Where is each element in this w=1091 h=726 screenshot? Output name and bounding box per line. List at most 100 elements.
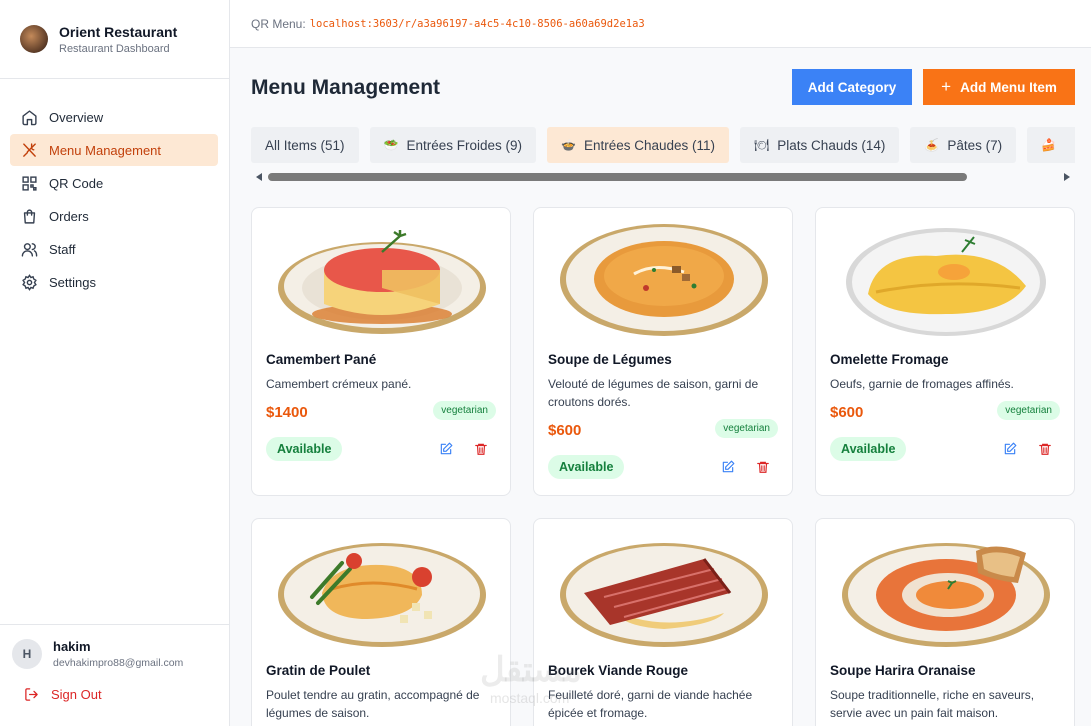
user-name: hakim (53, 639, 91, 654)
item-name: Soupe de Légumes (548, 352, 672, 367)
sidebar: Orient Restaurant Restaurant Dashboard O… (0, 0, 230, 726)
qr-menu-url[interactable]: localhost:3603/r/a3a96197-a4c5-4c10-8506… (310, 18, 645, 30)
trash-icon (757, 461, 769, 473)
tab-plats-chauds[interactable]: 🍽 Plats Chauds (14) (740, 127, 900, 163)
add-menu-item-button[interactable]: + Add Menu Item (923, 69, 1075, 105)
menu-item-card: Gratin de Poulet Poulet tendre au gratin… (251, 518, 511, 726)
item-description: Camembert crémeux pané. (266, 377, 412, 391)
tab-label: Plats Chauds (14) (777, 137, 886, 153)
vegetarian-badge: vegetarian (997, 401, 1060, 420)
tab-entrees-chaudes[interactable]: 🍲 Entrées Chaudes (11) (547, 127, 730, 163)
food-image-soupe-legumes (560, 224, 768, 336)
soup-icon: 🍲 (561, 138, 576, 152)
sidebar-item-menu-management[interactable]: Menu Management (10, 134, 218, 166)
sidebar-item-settings[interactable]: Settings (10, 266, 218, 298)
menu-item-card: Soupe de Légumes Velouté de légumes de s… (533, 207, 793, 496)
scroll-right-arrow[interactable] (1064, 173, 1070, 181)
scroll-thumb[interactable] (268, 173, 967, 181)
status-badge[interactable]: Available (548, 455, 625, 479)
sidebar-item-staff[interactable]: Staff (10, 233, 218, 265)
sidebar-nav: Overview Menu Management QR Code Orders … (0, 79, 229, 298)
menu-item-card: Omelette Fromage Oeufs, garnie de fromag… (815, 207, 1075, 496)
menu-item-card: Bourek Viande Rouge Feuilleté doré, garn… (533, 518, 793, 726)
sign-out-button[interactable]: Sign Out (24, 687, 217, 702)
item-name: Gratin de Poulet (266, 663, 371, 678)
tab-label: All Items (51) (265, 137, 345, 153)
item-price: $600 (830, 404, 864, 421)
food-image-omelette (846, 228, 1046, 336)
item-name: Soupe Harira Oranaise (830, 663, 976, 678)
qr-code-icon (22, 175, 37, 191)
user-email: devhakimpro88@gmail.com (53, 657, 184, 669)
tab-label: Entrées Froides (9) (406, 137, 523, 153)
item-name: Camembert Pané (266, 352, 377, 367)
tab-next[interactable]: 🍰 (1027, 127, 1075, 163)
tab-pates[interactable]: 🍝 Pâtes (7) (910, 127, 1017, 163)
sidebar-item-label: Staff (49, 241, 76, 257)
trash-icon (1039, 443, 1051, 455)
tab-label: Entrées Chaudes (11) (583, 137, 716, 153)
status-badge[interactable]: Available (830, 437, 907, 461)
watermark-latin: mostaql.com (490, 690, 570, 706)
restaurant-name: Orient Restaurant (59, 23, 178, 40)
restaurant-logo (20, 25, 48, 53)
item-price: $1400 (266, 404, 308, 421)
pasta-icon: 🍝 (924, 138, 940, 152)
users-icon (21, 242, 38, 257)
add-menu-item-label: Add Menu Item (960, 79, 1057, 95)
delete-button[interactable] (756, 460, 774, 478)
sidebar-item-overview[interactable]: Overview (10, 101, 218, 133)
vegetarian-badge: vegetarian (715, 419, 778, 438)
gear-icon (22, 273, 37, 291)
item-description: Soupe traditionnelle, riche en saveurs, … (830, 688, 1035, 720)
food-image-harira (842, 543, 1050, 647)
item-description: Oeufs, garnie de fromages affinés. (830, 377, 1014, 391)
user-panel: H hakim devhakimpro88@gmail.com Sign Out (0, 624, 229, 726)
menu-item-card: Soupe Harira Oranaise Soupe traditionnel… (815, 518, 1075, 726)
plate-icon: 🍽 (754, 138, 770, 152)
plus-icon: + (941, 77, 952, 96)
delete-button[interactable] (474, 442, 492, 460)
edit-button[interactable] (721, 460, 739, 478)
salad-icon: 🥗 (383, 138, 399, 152)
utensils-icon (23, 142, 36, 157)
home-icon (22, 109, 37, 125)
tab-all-items[interactable]: All Items (51) (251, 127, 359, 163)
sidebar-item-label: Menu Management (49, 142, 162, 158)
restaurant-subtitle: Restaurant Dashboard (59, 42, 170, 55)
sidebar-item-label: Orders (49, 208, 89, 224)
tab-label: Pâtes (7) (947, 137, 1003, 153)
page-title: Menu Management (251, 76, 441, 99)
edit-icon (722, 460, 735, 473)
tab-entrees-froides[interactable]: 🥗 Entrées Froides (9) (369, 127, 537, 163)
qr-menu-label: QR Menu: (251, 16, 306, 31)
sidebar-item-label: QR Code (49, 175, 104, 191)
scroll-left-arrow[interactable] (256, 173, 262, 181)
food-image-gratin-poulet (278, 543, 486, 647)
item-description: Poulet tendre au gratin, accompagné de l… (266, 688, 480, 720)
menu-item-card: Camembert Pané Camembert crémeux pané. $… (251, 207, 511, 496)
vegetarian-badge: vegetarian (433, 401, 496, 420)
sidebar-item-qr-code[interactable]: QR Code (10, 167, 218, 199)
cake-icon: 🍰 (1041, 138, 1057, 152)
delete-button[interactable] (1038, 442, 1056, 460)
edit-button[interactable] (439, 442, 457, 460)
category-tabs: All Items (51) 🥗 Entrées Froides (9) 🍲 E… (251, 127, 1075, 163)
item-name: Omelette Fromage (830, 352, 949, 367)
item-price: $600 (548, 422, 582, 439)
top-bar: QR Menu: localhost:3603/r/a3a96197-a4c5-… (230, 0, 1091, 48)
item-description: Feuilleté doré, garni de viande hachée é… (548, 688, 753, 720)
food-image-camembert (278, 230, 486, 334)
trash-icon (475, 443, 487, 455)
edit-button[interactable] (1003, 442, 1021, 460)
sidebar-item-label: Settings (49, 274, 96, 290)
watermark-arabic: مستقل (480, 651, 582, 689)
status-badge[interactable]: Available (266, 437, 343, 461)
add-category-button[interactable]: Add Category (792, 69, 912, 105)
food-image-bourek (560, 543, 768, 647)
item-description: Velouté de légumes de saison, garni de c… (548, 377, 759, 409)
sidebar-item-label: Overview (49, 109, 104, 125)
tabs-scrollbar[interactable] (251, 170, 1075, 184)
avatar: H (12, 639, 42, 669)
sidebar-item-orders[interactable]: Orders (10, 200, 218, 232)
